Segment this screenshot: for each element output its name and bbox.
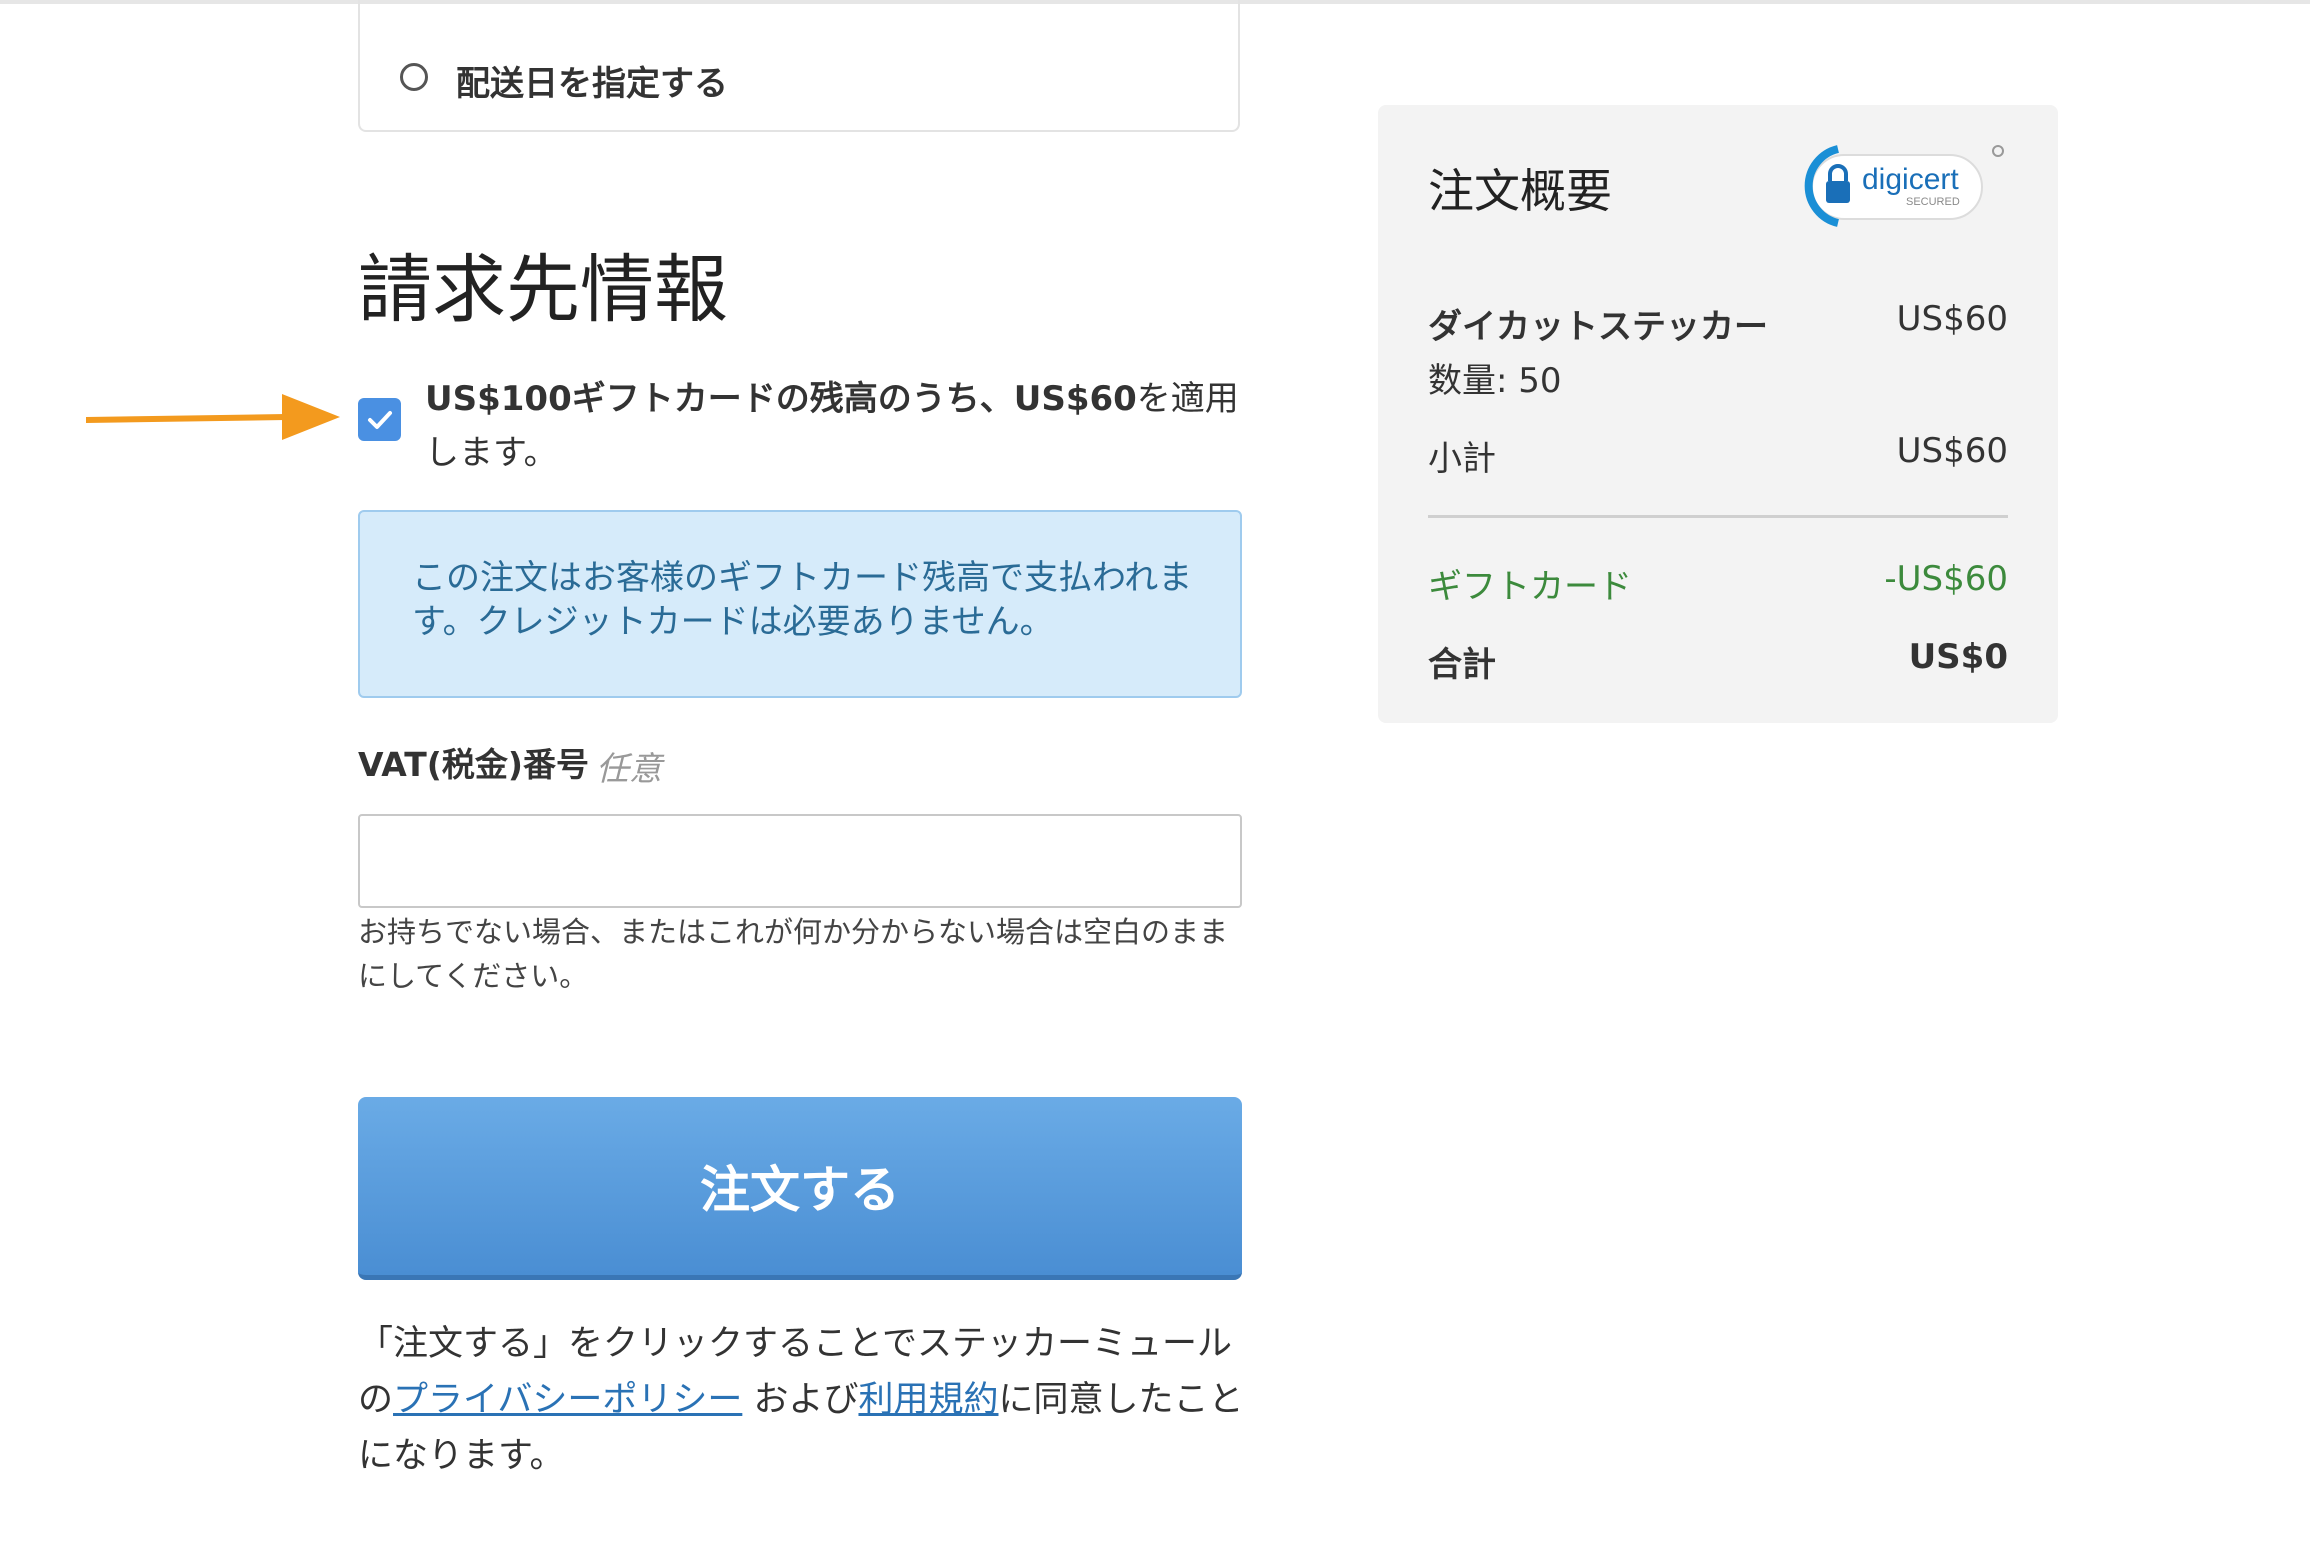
- vat-optional-label: 任意: [596, 749, 662, 788]
- item-quantity: 数量: 50: [1428, 361, 1562, 401]
- gift-card-info-message: この注文はお客様のギフトカード残高で支払われます。クレジットカードは必要ありませ…: [412, 558, 1193, 642]
- summary-divider: [1428, 515, 2008, 518]
- order-summary-panel: 注文概要 digicert SECURED ダイカットステッカー US$60 数…: [1378, 105, 2058, 723]
- arrow-right-icon: [86, 394, 340, 440]
- checkout-page: 配送日を指定する 請求先情報 US$100ギフトカードの残高のうち、US$60を…: [0, 0, 2310, 1556]
- delivery-options-box: 配送日を指定する: [358, 0, 1240, 132]
- gift-card-info-box: この注文はお客様のギフトカード残高で支払われます。クレジットカードは必要ありませ…: [358, 510, 1242, 698]
- svg-text:digicert: digicert: [1862, 163, 1959, 196]
- gift-card-amount-text: US$100ギフトカードの残高のうち、US$60: [425, 379, 1137, 419]
- gift-card-apply-label[interactable]: US$100ギフトカードの残高のうち、US$60を適用します。: [425, 372, 1245, 480]
- svg-text:SECURED: SECURED: [1906, 196, 1960, 208]
- vat-help-text: お持ちでない場合、またはこれが何か分からない場合は空白のままにしてください。: [358, 915, 1229, 993]
- place-order-label: 注文する: [700, 1161, 900, 1219]
- digicert-secured-badge-icon[interactable]: digicert SECURED: [1798, 143, 1988, 227]
- item-price: US$60: [1896, 299, 2008, 339]
- subtotal-value: US$60: [1896, 431, 2008, 471]
- badge-info-dot: [1992, 145, 2004, 157]
- vat-number-input[interactable]: [358, 814, 1242, 908]
- order-summary-title: 注文概要: [1428, 164, 1612, 218]
- specify-date-radio[interactable]: [400, 63, 428, 91]
- item-name: ダイカットステッカー: [1428, 307, 1768, 347]
- privacy-policy-link[interactable]: プライバシーポリシー: [393, 1380, 742, 1420]
- vat-label: VAT(税金)番号: [358, 745, 589, 784]
- gift-card-discount-label: ギフトカード: [1428, 567, 1632, 607]
- agreement-middle: および: [742, 1380, 859, 1420]
- terms-of-service-link[interactable]: 利用規約: [858, 1380, 998, 1420]
- gift-card-checkbox[interactable]: [358, 398, 401, 441]
- agreement-text: 「注文する」をクリックすることでステッカーミュールのプライバシーポリシー および…: [358, 1316, 1248, 1484]
- total-value: US$0: [1908, 637, 2008, 677]
- checkmark-icon: [367, 410, 392, 429]
- place-order-button[interactable]: 注文する: [358, 1097, 1242, 1280]
- subtotal-label: 小計: [1428, 439, 1496, 479]
- gift-card-discount-value: -US$60: [1884, 559, 2008, 599]
- total-label: 合計: [1428, 645, 1496, 685]
- billing-section-title: 請求先情報: [358, 247, 728, 333]
- specify-date-label[interactable]: 配送日を指定する: [456, 56, 728, 105]
